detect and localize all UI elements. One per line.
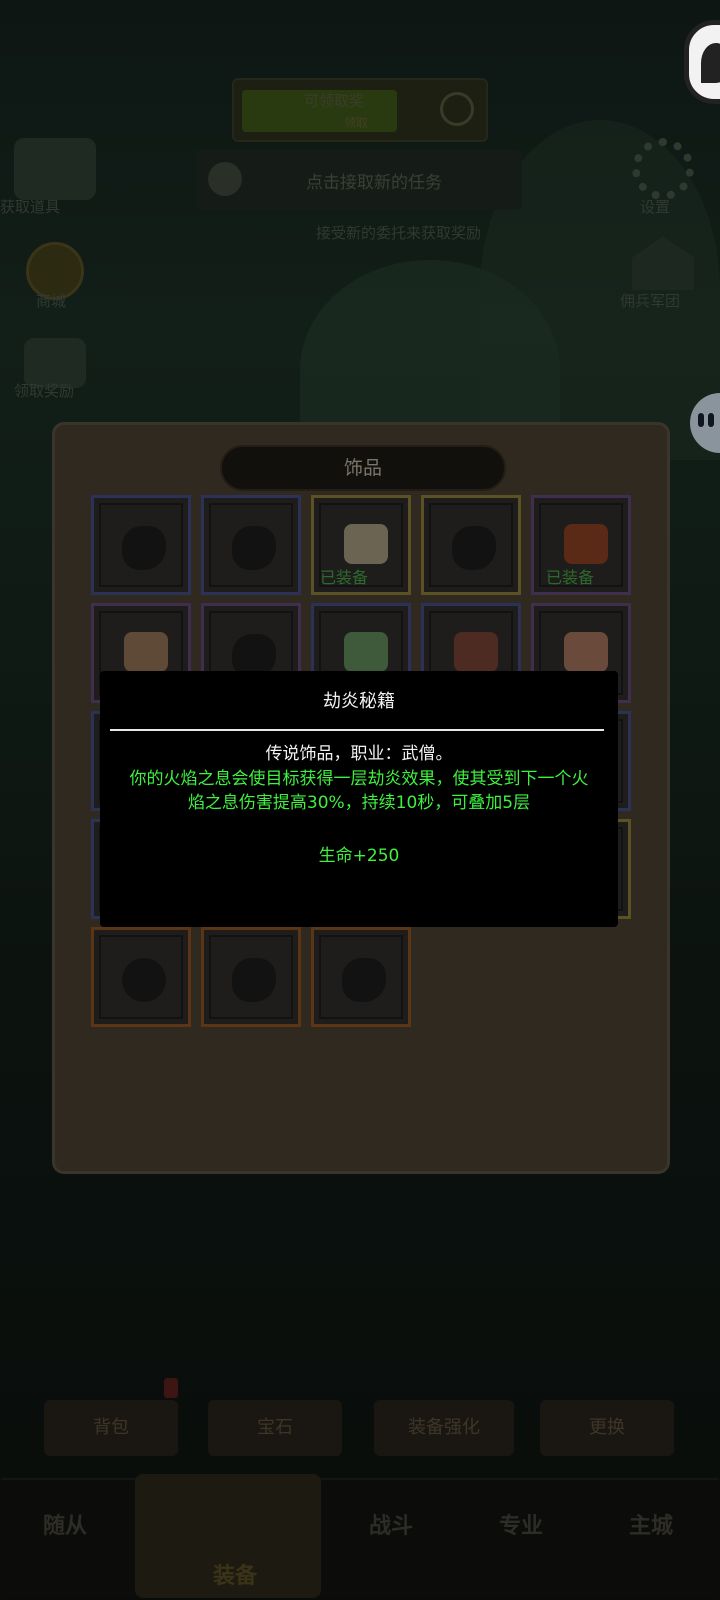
accessory-slot[interactable] bbox=[421, 495, 521, 595]
accessory-slot[interactable] bbox=[311, 927, 411, 1027]
scroll-icon bbox=[124, 632, 168, 672]
empty-slot-icon bbox=[342, 958, 386, 1002]
nav-profession[interactable]: 专业 bbox=[499, 1508, 543, 1540]
accessory-slot[interactable] bbox=[201, 495, 301, 595]
tab-bag-label: 背包 bbox=[93, 1417, 129, 1438]
amulet-icon bbox=[344, 632, 388, 672]
reward-banner-title: 可领取奖 bbox=[304, 92, 365, 110]
nav-main-city[interactable]: 主城 bbox=[629, 1508, 673, 1540]
book-icon bbox=[454, 632, 498, 672]
accessory-slot[interactable]: 已装备 bbox=[531, 495, 631, 595]
tab-enhance[interactable]: 装备强化 bbox=[374, 1400, 514, 1456]
accessory-slot[interactable] bbox=[91, 495, 191, 595]
task-button-label: 点击接取新的任务 bbox=[306, 173, 442, 193]
info-line: 接受新的委托来获取奖励 bbox=[316, 224, 482, 242]
tooltip-divider bbox=[110, 729, 604, 731]
empty-slot-icon bbox=[122, 526, 166, 570]
panel-title: 饰品 bbox=[220, 445, 506, 491]
nav-equipment[interactable]: 装备 bbox=[135, 1474, 321, 1598]
right-label-1: 佣兵军团 bbox=[620, 292, 681, 310]
notification-badge bbox=[164, 1378, 178, 1398]
left-label-1: 商城 bbox=[36, 292, 67, 310]
scroll-icon bbox=[564, 632, 608, 672]
scroll-icon bbox=[344, 524, 388, 564]
empty-slot-icon bbox=[452, 526, 496, 570]
accessory-slot[interactable] bbox=[201, 927, 301, 1027]
empty-slot-icon bbox=[232, 526, 276, 570]
tooltip-description: 你的火焰之息会使目标获得一层劫炎效果，使其受到下一个火焰之息伤害提高30%，持续… bbox=[129, 769, 589, 813]
empty-slot-icon bbox=[232, 958, 276, 1002]
gear-icon[interactable] bbox=[632, 138, 694, 200]
tab-swap-label: 更换 bbox=[589, 1417, 625, 1438]
tab-enhance-label: 装备强化 bbox=[408, 1417, 480, 1438]
nav-battle[interactable]: 战斗 bbox=[369, 1508, 413, 1540]
tooltip-stat: 生命+250 bbox=[318, 846, 400, 866]
empty-slot-icon bbox=[122, 958, 166, 1002]
tab-gem-label: 宝石 bbox=[257, 1417, 293, 1438]
tab-bag[interactable]: 背包 bbox=[44, 1400, 178, 1456]
tab-gem[interactable]: 宝石 bbox=[208, 1400, 342, 1456]
refresh-icon[interactable] bbox=[440, 92, 474, 126]
accessory-slot[interactable] bbox=[91, 927, 191, 1027]
task-button[interactable]: 点击接取新的任务 bbox=[196, 150, 522, 210]
right-label-0: 设置 bbox=[640, 198, 671, 216]
chest-icon[interactable] bbox=[14, 138, 96, 200]
left-label-0: 获取道具 bbox=[0, 198, 61, 216]
equipped-label: 已装备 bbox=[546, 568, 595, 587]
tab-swap[interactable]: 更换 bbox=[540, 1400, 674, 1456]
floating-app-icon[interactable] bbox=[684, 20, 720, 104]
nav-followers[interactable]: 随从 bbox=[43, 1508, 87, 1540]
reward-banner-sub: 领取 bbox=[344, 116, 369, 130]
equipped-label: 已装备 bbox=[320, 568, 369, 587]
accessory-slot[interactable]: 已装备 bbox=[311, 495, 411, 595]
tooltip-item-type: 传说饰品，职业：武僧。 bbox=[265, 744, 453, 764]
item-tooltip: 劫炎秘籍 传说饰品，职业：武僧。 你的火焰之息会使目标获得一层劫炎效果，使其受到… bbox=[100, 671, 618, 927]
left-label-2: 领取奖励 bbox=[14, 382, 75, 400]
gauntlet-icon bbox=[564, 524, 608, 564]
nav-equipment-label: 装备 bbox=[213, 1564, 258, 1589]
bottom-nav: 随从 装备 战斗 专业 主城 bbox=[1, 1474, 719, 1598]
task-icon bbox=[208, 162, 242, 196]
tooltip-item-name: 劫炎秘籍 bbox=[323, 691, 395, 712]
reward-banner[interactable]: 可领取奖 领取 bbox=[232, 78, 488, 142]
